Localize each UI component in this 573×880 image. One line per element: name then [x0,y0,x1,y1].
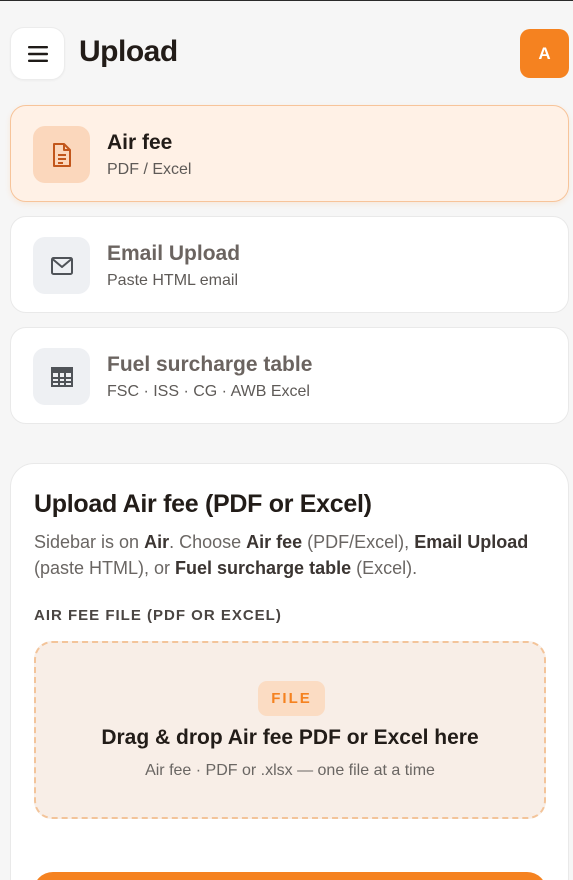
envelope-icon [33,237,90,294]
option-subtitle: Paste HTML email [107,272,238,289]
panel-title: Upload Air fee (PDF or Excel) [34,490,372,518]
header: Upload A [0,1,573,105]
source-option-air-fee[interactable]: Air fee PDF / Excel [10,105,569,202]
dropzone-title: Drag & drop Air fee PDF or Excel here [101,726,479,749]
option-title: Fuel surcharge table [107,353,313,376]
hamburger-menu-icon [27,45,48,62]
file-badge: FILE [258,681,325,716]
dropzone-subtitle: Air fee · PDF or .xlsx — one file at a t… [145,762,435,779]
option-title: Email Upload [107,242,241,265]
upload-button[interactable] [33,872,547,880]
upload-panel: Upload Air fee (PDF or Excel) Sidebar is… [10,463,569,880]
file-field-label: AIR FEE FILE (PDF OR EXCEL) [34,607,282,624]
panel-description: Sidebar is on Air. Choose Air fee (PDF/E… [34,532,529,578]
source-option-email-upload[interactable]: Email Upload Paste HTML email [10,216,569,313]
option-subtitle: PDF / Excel [107,161,192,178]
option-title: Air fee [107,131,173,154]
table-icon [33,348,90,405]
menu-button[interactable] [10,27,65,80]
source-option-fuel-surcharge[interactable]: Fuel surcharge table FSC · ISS · CG · AW… [10,327,569,424]
option-subtitle: FSC · ISS · CG · AWB Excel [107,383,310,400]
avatar[interactable]: A [520,29,569,78]
file-dropzone[interactable]: FILE Drag & drop Air fee PDF or Excel he… [34,641,546,819]
document-icon [33,126,90,183]
page-title: Upload [79,35,178,68]
